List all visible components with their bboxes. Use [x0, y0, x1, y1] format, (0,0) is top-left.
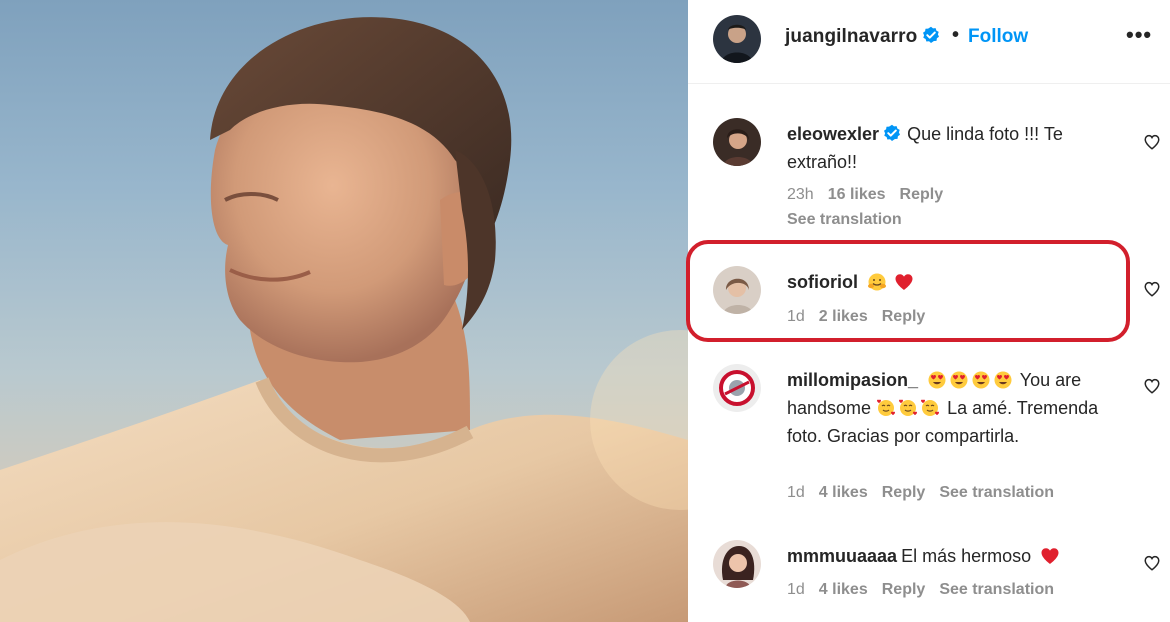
- heart-outline-icon[interactable]: [1143, 280, 1161, 298]
- comment-username[interactable]: sofioriol: [787, 272, 858, 292]
- comment-likes[interactable]: 2 likes: [819, 308, 868, 325]
- see-translation-link[interactable]: See translation: [939, 484, 1054, 501]
- see-translation-link[interactable]: See translation: [787, 211, 902, 229]
- comment-time[interactable]: 1d: [787, 581, 805, 598]
- verified-badge-icon: [923, 26, 940, 43]
- see-translation-link[interactable]: See translation: [939, 581, 1054, 598]
- comment-text: eleowexler Que linda foto !!! Te extraño!…: [787, 120, 1127, 176]
- comment-likes[interactable]: 4 likes: [819, 581, 868, 598]
- more-options-icon[interactable]: •••: [1126, 22, 1152, 48]
- smiling-face-with-hearts-emoji-icon: [899, 399, 918, 416]
- smiling-face-with-hearts-emoji-icon: [921, 399, 940, 416]
- heart-eyes-emoji-icon: [928, 371, 946, 389]
- red-heart-emoji-icon: [895, 274, 913, 290]
- reply-button[interactable]: Reply: [882, 581, 926, 598]
- comment-text: millomipasion_ You are handsome La amé. …: [787, 366, 1127, 450]
- hugging-face-emoji-icon: [868, 273, 887, 291]
- comment-username[interactable]: eleowexler: [787, 124, 879, 144]
- heart-eyes-emoji-group: [927, 370, 1020, 390]
- comment-username[interactable]: millomipasion_: [787, 370, 918, 390]
- commenter-avatar[interactable]: [713, 118, 761, 166]
- red-heart-emoji-icon: [1041, 548, 1059, 564]
- reply-button[interactable]: Reply: [900, 186, 944, 203]
- heart-eyes-emoji-icon: [994, 371, 1012, 389]
- commenter-avatar[interactable]: [713, 266, 761, 314]
- commenter-avatar[interactable]: [713, 540, 761, 588]
- commenter-avatar[interactable]: [713, 364, 761, 412]
- heart-outline-icon[interactable]: [1143, 377, 1161, 395]
- author-avatar[interactable]: [713, 15, 761, 63]
- comment-text: mmmuuaaaa El más hermoso: [787, 542, 1127, 570]
- reply-button[interactable]: Reply: [882, 484, 926, 501]
- comment-meta: 1d 4 likes Reply See translation: [787, 484, 1068, 502]
- post-header: juangilnavarro • Follow •••: [688, 0, 1170, 84]
- comment-time[interactable]: 1d: [787, 484, 805, 501]
- comment-username[interactable]: mmmuuaaaa: [787, 546, 897, 566]
- comment-likes[interactable]: 4 likes: [819, 484, 868, 501]
- heart-eyes-emoji-icon: [950, 371, 968, 389]
- smiling-face-with-hearts-emoji-icon: [877, 399, 896, 416]
- comments-panel: juangilnavarro • Follow ••• eleowexler Qu…: [686, 0, 1170, 622]
- comment-time[interactable]: 23h: [787, 186, 814, 203]
- comment-meta: 1d 2 likes Reply: [787, 308, 939, 326]
- separator-dot: •: [952, 24, 960, 46]
- heart-outline-icon[interactable]: [1143, 133, 1161, 151]
- comment-meta: 23h 16 likes Reply: [787, 186, 957, 204]
- reply-button[interactable]: Reply: [882, 308, 926, 325]
- comment-meta: 1d 4 likes Reply See translation: [787, 581, 1068, 599]
- kiss-heart-emoji-group: [876, 398, 947, 418]
- comment-text: sofioriol: [787, 268, 1127, 296]
- comment-time[interactable]: 1d: [787, 308, 805, 325]
- post-photo: [0, 0, 688, 622]
- verified-badge-icon: [884, 124, 901, 141]
- author-username-text[interactable]: juangilnavarro: [785, 26, 917, 47]
- comment-message: El más hermoso: [901, 546, 1032, 566]
- author-username[interactable]: juangilnavarro: [785, 26, 940, 48]
- comment-likes[interactable]: 16 likes: [828, 186, 886, 203]
- heart-eyes-emoji-icon: [972, 371, 990, 389]
- follow-button[interactable]: Follow: [968, 26, 1028, 48]
- heart-outline-icon[interactable]: [1143, 554, 1161, 572]
